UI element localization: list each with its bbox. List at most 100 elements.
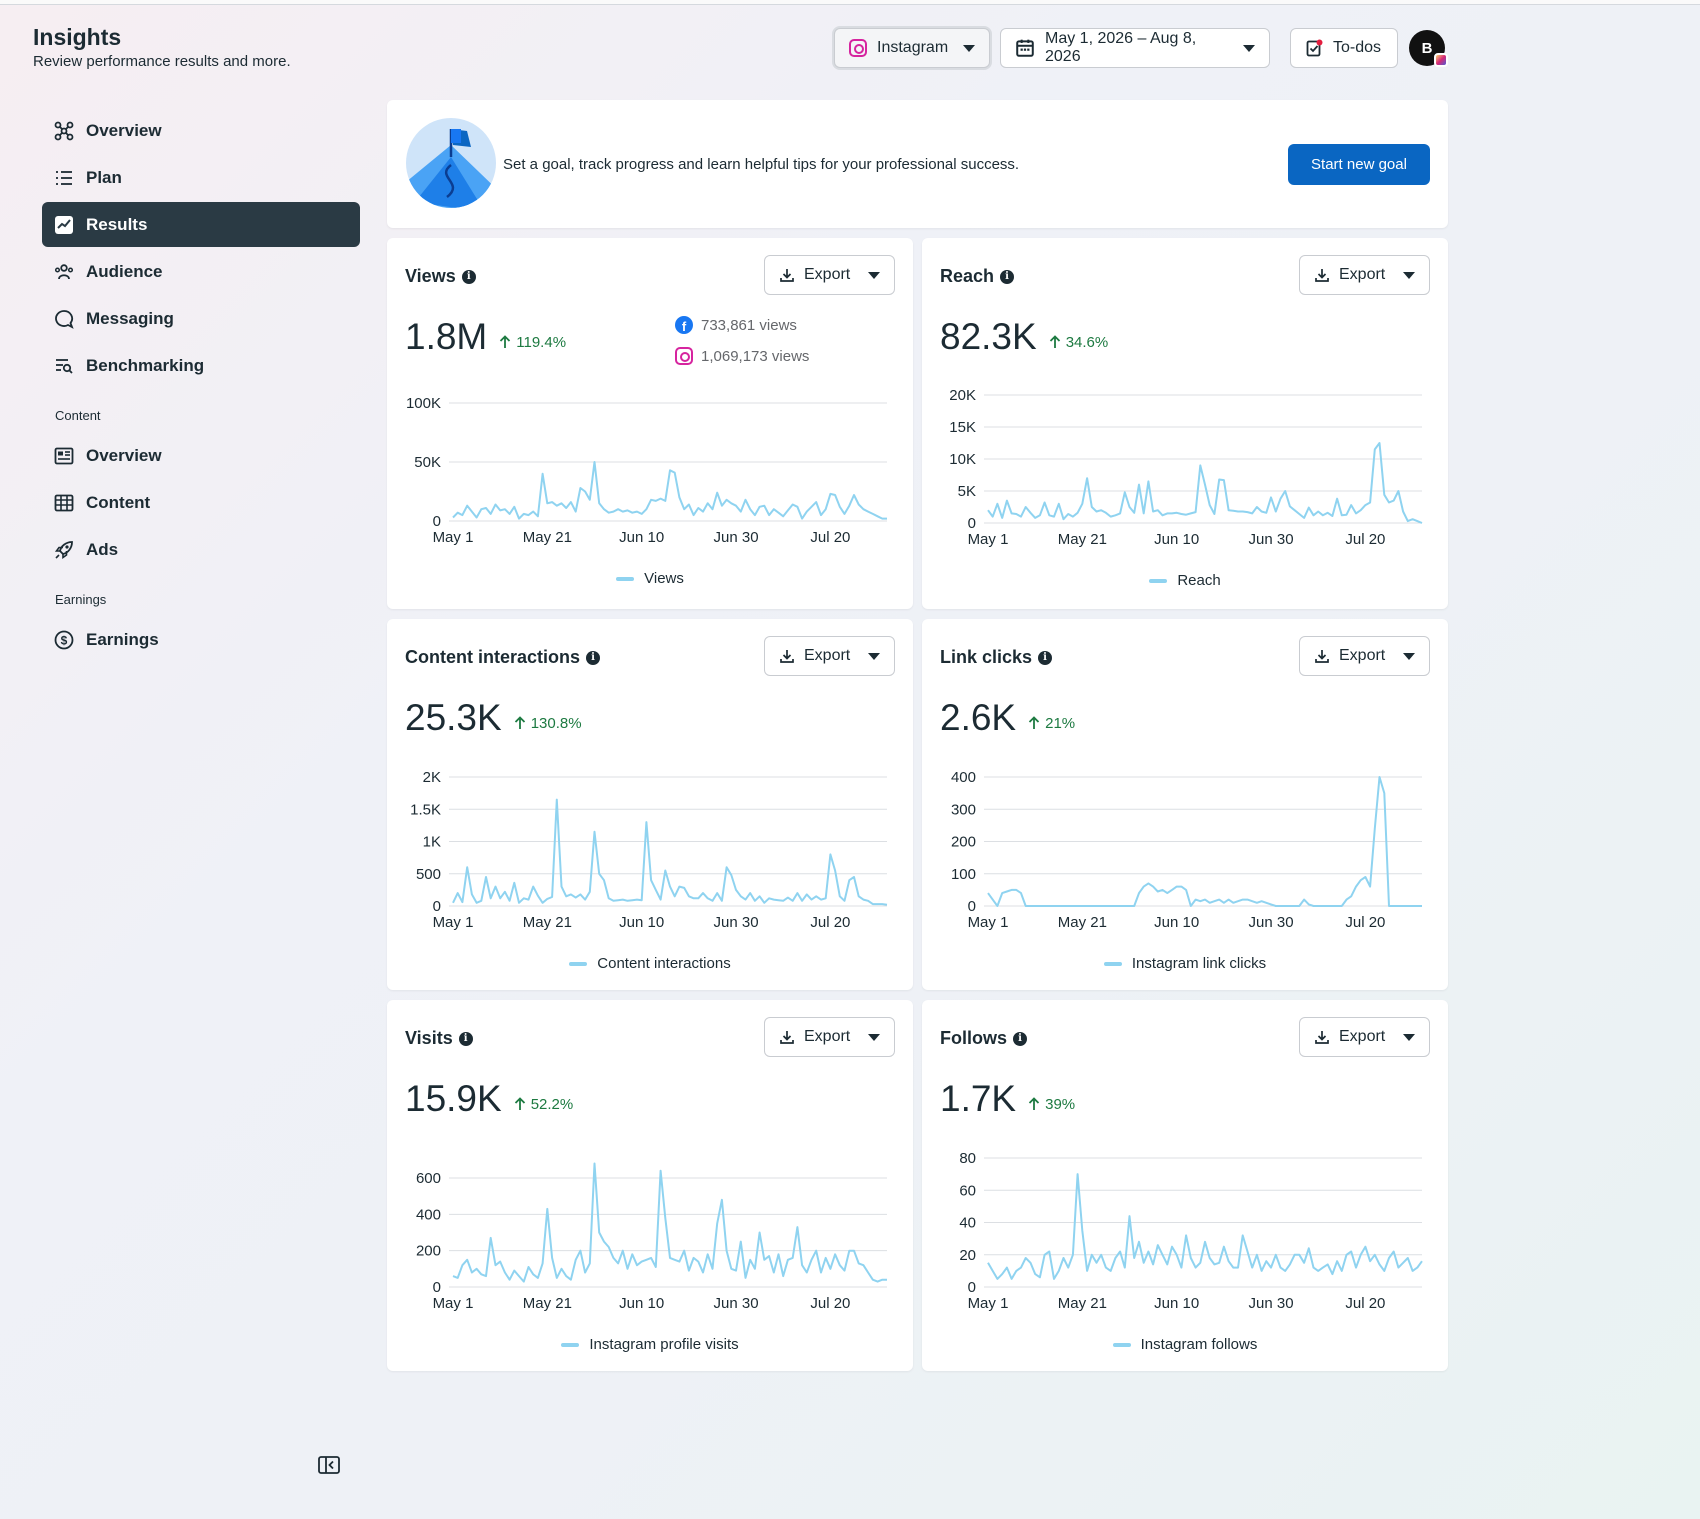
y-tick-label: 100K [406,395,441,412]
sidebar-item-audience[interactable]: Audience [42,249,360,294]
sidebar-item-content[interactable]: Content [42,480,360,525]
sidebar-item-content-overview[interactable]: Overview [42,433,360,478]
x-tick-label: May 21 [1058,914,1107,931]
legend-swatch [1103,961,1122,966]
x-tick-label: Jun 30 [1249,914,1294,931]
sidebar-item-label: Overview [86,120,162,140]
legend-label: Views [644,570,684,587]
x-tick-label: Jul 20 [810,914,850,931]
y-tick-label: 0 [433,513,441,530]
list-icon [56,170,72,185]
x-tick-label: Jul 20 [810,529,850,546]
platform-selector[interactable]: Instagram [834,28,990,68]
sidebar-item-label: Plan [86,167,122,187]
x-tick-label: May 1 [433,914,474,931]
section-label-content: Content [55,408,101,423]
sidebar-item-label: Results [86,214,148,234]
x-tick-label: Jul 20 [810,1295,850,1312]
collapse-sidebar-icon[interactable] [318,1456,340,1474]
x-tick-label: Jun 10 [1154,531,1199,548]
account-avatar[interactable]: B [1409,30,1448,67]
sidebar-item-label: Messaging [86,308,174,328]
x-tick-label: May 1 [433,1295,474,1312]
reach-series-line [987,442,1423,524]
benchmark-search-icon [56,358,73,374]
sidebar-item-label: Ads [86,539,119,559]
x-tick-label: Jun 10 [1154,914,1199,931]
network-icon [54,121,74,140]
x-tick-label: Jul 20 [1345,1295,1385,1312]
y-tick-label: 0 [433,1279,441,1296]
visits-line-chart: 0 200 400 600 May 1 May 21 Jun 10 Jun 30 Jul 20 [416,1162,887,1312]
y-tick-label: 5K [958,483,976,500]
todos-label: To-dos [1333,39,1382,56]
sidebar-item-earnings[interactable]: $ Earnings [42,617,360,662]
x-tick-label: Jun 30 [714,914,759,931]
instagram-badge-icon [1434,53,1448,67]
platform-selector-label: Instagram [877,39,949,56]
chat-bubble-icon [55,309,74,329]
y-tick-label: 0 [968,515,976,532]
legend-label: Content interactions [597,955,731,972]
views-line-chart: 0 50K 100K May 1 May 21 Jun 10 Jun 30 Jul 20 [406,395,887,546]
y-tick-label: 50K [414,454,441,471]
sidebar-item-label: Audience [86,261,163,281]
x-tick-label: Jun 30 [714,529,759,546]
legend-swatch [616,576,635,581]
sidebar-item-benchmarking[interactable]: Benchmarking [42,343,360,388]
caret-down-icon [1243,44,1255,52]
reach-line-chart: 0 5K 10K 15K 20K May 1 May 21 Jun 10 Jun 30 Jul 2… [949,387,1423,548]
views-series-line [452,461,887,520]
x-tick-label: May 1 [968,531,1009,548]
link-clicks-legend: Instagram link clicks [922,955,1448,972]
rocket-icon [54,540,73,559]
content-interactions-card: Content interactions i Export 25.3K 130.8% 0 5… [387,619,913,990]
link-clicks-card: Link clicks i Export 2.6K 21% 0 100 200 300 400 Ma… [922,619,1448,990]
x-tick-label: Jun 30 [1249,531,1294,548]
x-tick-label: May 1 [968,914,1009,931]
sidebar-item-messaging[interactable]: Messaging [42,296,360,341]
y-tick-label: 80 [959,1150,976,1167]
reach-legend: Reach [922,572,1448,589]
sidebar-item-label: Earnings [86,629,159,649]
x-tick-label: May 21 [523,529,572,546]
dollar-circle-icon: $ [54,630,74,649]
x-tick-label: Jun 30 [714,1295,759,1312]
start-new-goal-button[interactable]: Start new goal [1288,144,1430,185]
y-tick-label: 15K [949,419,976,436]
y-tick-label: 0 [968,1279,976,1296]
y-tick-label: 1K [423,834,441,851]
y-tick-label: 400 [416,1206,441,1223]
y-tick-label: 2K [423,769,441,786]
x-tick-label: May 1 [433,529,474,546]
x-tick-label: May 21 [523,1295,572,1312]
todos-button[interactable]: To-dos [1290,28,1398,68]
sidebar-item-label: Overview [86,445,162,465]
sidebar-item-results[interactable]: Results [42,202,360,247]
visits-card: Visits i Export 15.9K 52.2% 0 200 400 600 May 1 Ma… [387,1000,913,1371]
y-tick-label: 20 [959,1247,976,1264]
instagram-icon [849,39,867,57]
y-tick-label: 1.5K [410,801,441,818]
newspaper-icon [54,447,74,464]
sidebar-item-plan[interactable]: Plan [42,155,360,200]
sidebar-item-ads[interactable]: Ads [42,527,360,572]
y-tick-label: 200 [951,834,976,851]
x-tick-label: May 1 [968,1295,1009,1312]
follows-line-chart: 0 20 40 60 80 May 1 May 21 Jun 10 Jun 30 Jul 20 [959,1150,1423,1312]
y-tick-label: 40 [959,1215,976,1232]
y-tick-label: 200 [416,1243,441,1260]
legend-swatch [561,1342,580,1347]
date-range-picker[interactable]: May 1, 2026 – Aug 8, 2026 [1000,28,1270,68]
y-tick-label: 0 [433,898,441,915]
x-tick-label: Jun 10 [619,914,664,931]
calendar-icon [1016,39,1034,57]
legend-swatch [1112,1342,1131,1347]
follows-card: Follows i Export 1.7K 39% 0 20 40 60 80 May 1 May 2… [922,1000,1448,1371]
trend-chart-icon [55,215,73,234]
y-tick-label: 20K [949,387,976,404]
sidebar-item-overview[interactable]: Overview [42,108,360,153]
visits-legend: Instagram profile visits [387,1336,913,1353]
y-tick-label: 100 [951,866,976,883]
x-tick-label: Jun 10 [1154,1295,1199,1312]
